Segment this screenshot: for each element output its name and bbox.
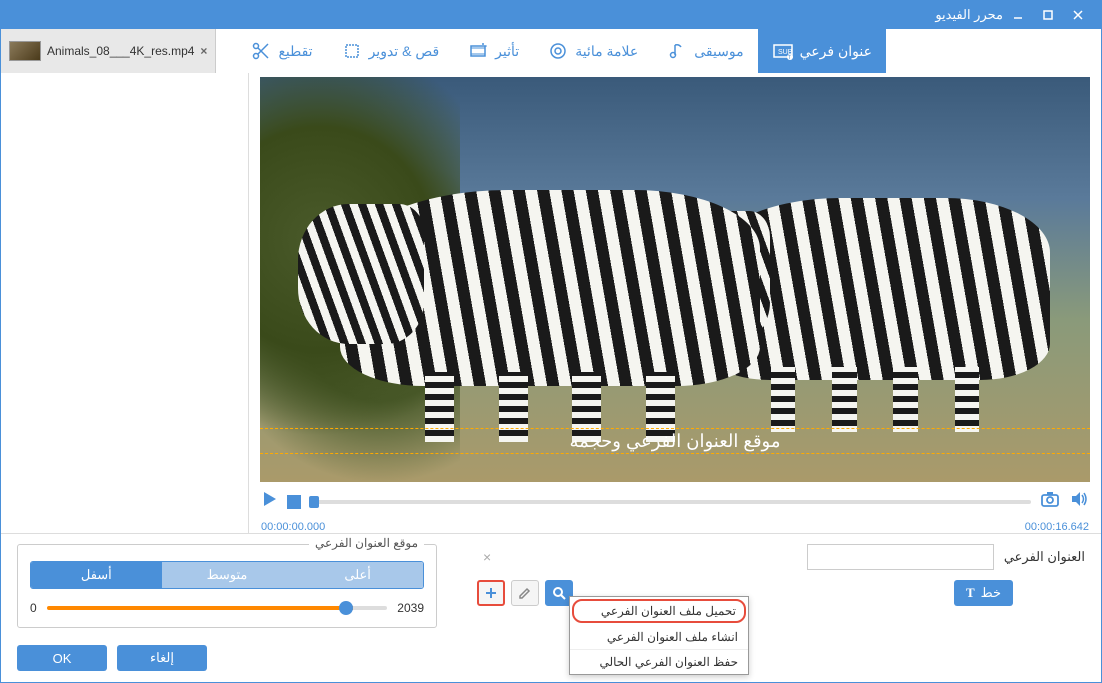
svg-text:T: T	[788, 55, 791, 61]
music-icon	[666, 40, 688, 62]
clear-icon[interactable]: ×	[483, 549, 491, 565]
font-button[interactable]: T خط	[954, 580, 1013, 606]
subtitle-label: العنوان الفرعي	[1004, 549, 1085, 565]
window-title: محرر الفيديو	[9, 7, 1003, 23]
titlebar: محرر الفيديو	[1, 1, 1101, 29]
sidebar	[1, 73, 249, 533]
current-time: 00:00:00.000	[261, 521, 325, 533]
minimize-button[interactable]	[1003, 1, 1033, 29]
font-t-icon: T	[966, 585, 975, 601]
add-subtitle-button[interactable]	[477, 580, 505, 606]
position-segmented-control: أعلى متوسط أسفل	[30, 561, 424, 589]
menu-export-subtitle[interactable]: حفظ العنوان الفرعي الحالي	[570, 649, 748, 674]
effect-icon	[467, 40, 489, 62]
menu-create-subtitle[interactable]: انشاء ملف العنوان الفرعي	[570, 625, 748, 649]
ok-button[interactable]: OK	[17, 645, 107, 671]
tab-crop-rotate[interactable]: قص & تدوير	[327, 29, 454, 73]
slider-min: 0	[30, 601, 37, 615]
subtitle-icon: SUBT	[772, 40, 794, 62]
position-slider[interactable]	[47, 606, 388, 610]
stop-button[interactable]	[287, 495, 301, 509]
position-legend: موقع العنوان الفرعي	[309, 536, 424, 550]
total-time: 00:00:16.642	[1025, 521, 1089, 533]
menu-load-subtitle[interactable]: تحميل ملف العنوان الفرعي	[572, 599, 746, 623]
file-thumbnail	[9, 41, 41, 61]
cancel-button[interactable]: إلغاء	[117, 645, 207, 671]
position-bottom[interactable]: أسفل	[31, 562, 162, 588]
scissors-icon	[250, 40, 272, 62]
video-preview[interactable]: موقع العنوان الفرعي وحجمه	[260, 77, 1090, 482]
tab-effect[interactable]: تأثير	[453, 29, 533, 73]
tab-trim[interactable]: تقطيع	[236, 29, 326, 73]
edit-subtitle-button[interactable]	[511, 580, 539, 606]
add-subtitle-dropdown: تحميل ملف العنوان الفرعي انشاء ملف العنو…	[569, 596, 749, 675]
progress-slider[interactable]	[309, 500, 1031, 504]
subtitle-position-guide[interactable]: موقع العنوان الفرعي وحجمه	[260, 428, 1090, 454]
tab-music[interactable]: موسيقى	[652, 29, 757, 73]
play-button[interactable]	[261, 490, 279, 513]
crop-icon	[341, 40, 363, 62]
file-close-icon[interactable]: ×	[200, 44, 207, 58]
tab-watermark[interactable]: علامة مائية	[533, 29, 652, 73]
volume-button[interactable]	[1069, 489, 1089, 514]
toolbar: Animals_08___4K_res.mp4 × تقطيع قص & تدو…	[1, 29, 1101, 73]
maximize-button[interactable]	[1033, 1, 1063, 29]
subtitle-input[interactable]	[807, 544, 994, 570]
position-middle[interactable]: متوسط	[162, 562, 293, 588]
bottom-panel: العنوان الفرعي × T خط تحميل ملف العنوان …	[1, 533, 1101, 683]
tab-subtitle[interactable]: SUBT عنوان فرعي	[758, 29, 886, 73]
snapshot-button[interactable]	[1039, 488, 1061, 515]
watermark-icon	[547, 40, 569, 62]
subtitle-position-group: موقع العنوان الفرعي أعلى متوسط أسفل 0 20…	[17, 544, 437, 628]
position-top[interactable]: أعلى	[292, 562, 423, 588]
file-tab[interactable]: Animals_08___4K_res.mp4 ×	[1, 29, 216, 73]
playback-controls	[257, 482, 1093, 521]
file-name: Animals_08___4K_res.mp4	[47, 44, 194, 58]
slider-max: 2039	[397, 601, 424, 615]
close-button[interactable]	[1063, 1, 1093, 29]
